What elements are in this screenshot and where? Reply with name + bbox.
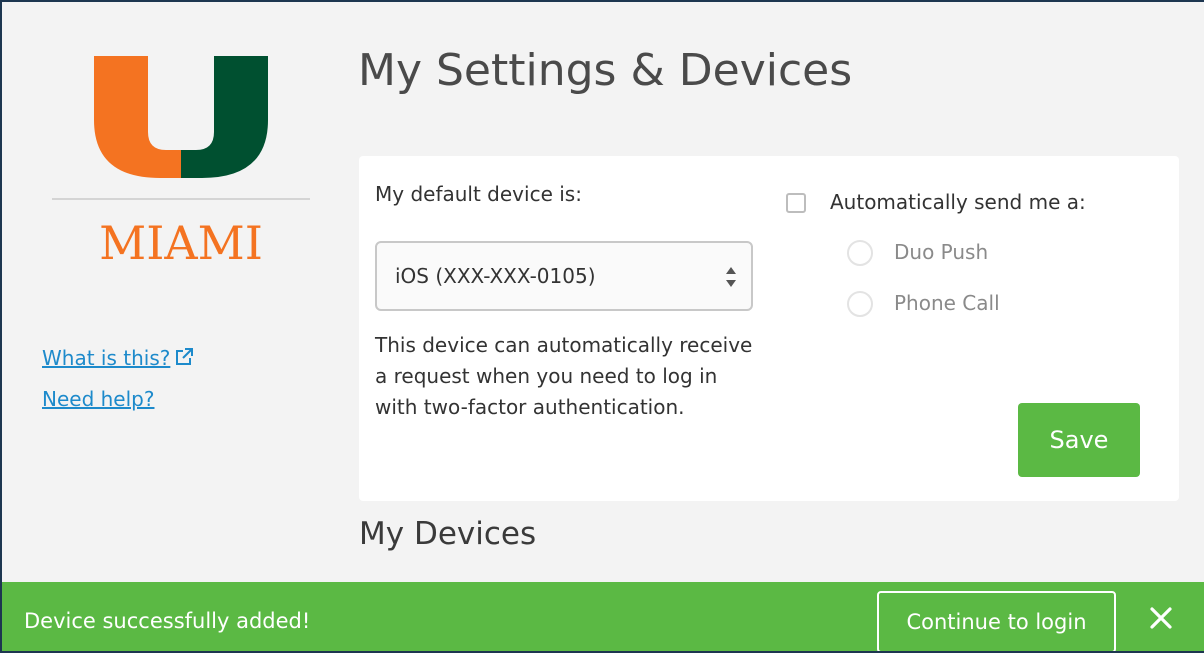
app-frame: MIAMI What is this? Need help? My Settin… [0, 0, 1204, 653]
external-link-icon [176, 348, 194, 365]
need-help-link[interactable]: Need help? [42, 387, 154, 411]
close-icon[interactable] [1149, 606, 1173, 630]
settings-card: My default device is: iOS (XXX-XXX-0105)… [359, 156, 1179, 501]
select-arrows-icon [726, 267, 736, 287]
my-devices-heading: My Devices [359, 516, 537, 552]
what-is-this-label: What is this? [42, 346, 171, 370]
duo-push-radio[interactable] [847, 240, 873, 266]
success-banner: Device successfully added! Continue to l… [2, 582, 1204, 651]
success-message: Device successfully added! [24, 609, 311, 633]
save-button[interactable]: Save [1018, 403, 1140, 477]
phone-call-radio[interactable] [847, 291, 873, 317]
logo-divider [52, 198, 310, 200]
sidebar: MIAMI What is this? Need help? [2, 2, 347, 582]
continue-to-login-button[interactable]: Continue to login [877, 591, 1116, 651]
duo-push-label: Duo Push [894, 240, 989, 264]
selected-device-value: iOS (XXX-XXX-0105) [395, 264, 596, 288]
what-is-this-link[interactable]: What is this? [42, 346, 194, 370]
device-description: This device can automatically receive a … [375, 333, 753, 419]
miami-u-logo [94, 56, 268, 178]
auto-send-label: Automatically send me a: [830, 190, 1086, 214]
page-title: My Settings & Devices [358, 45, 853, 96]
miami-wordmark: MIAMI [99, 216, 263, 270]
auto-send-checkbox[interactable] [786, 193, 806, 213]
default-device-label: My default device is: [375, 182, 582, 206]
default-device-select[interactable]: iOS (XXX-XXX-0105) [375, 241, 753, 311]
phone-call-label: Phone Call [894, 291, 1000, 315]
